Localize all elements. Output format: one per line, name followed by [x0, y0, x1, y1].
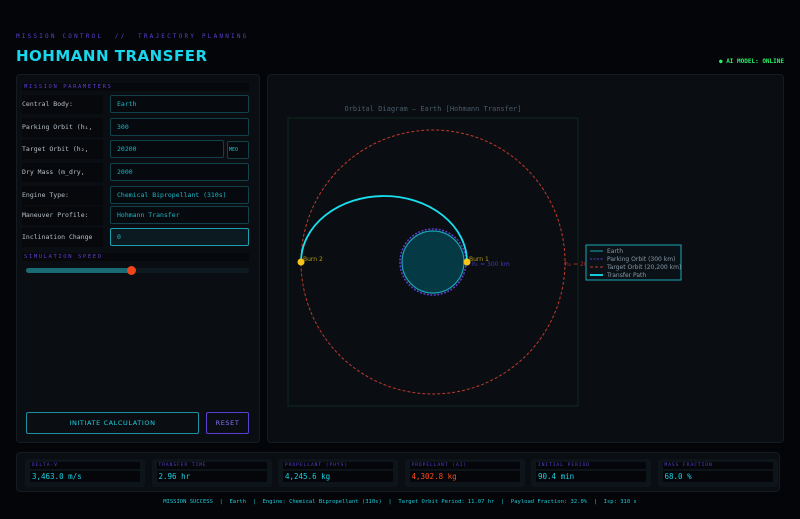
stat-label: PROPELLANT (PHYS) [283, 462, 393, 469]
slider-handle[interactable] [126, 266, 136, 275]
burn-2-label: Burn 2 [303, 256, 323, 263]
section-title: MISSION PARAMETERS [22, 83, 249, 91]
status-footer: MISSION SUCCESS | Earth | Engine: Chemic… [163, 499, 637, 505]
h1-label: h₁ = 300 km [472, 261, 510, 268]
field-input[interactable]: Earth [110, 95, 249, 113]
field-input[interactable]: Hohmann Transfer [110, 206, 249, 224]
stat-card: MASS FRACTION 68.0 % [657, 459, 778, 487]
stat-label: INITIAL PERIOD [536, 462, 646, 469]
stat-card: INITIAL PERIOD 90.4 min [531, 459, 651, 487]
field-input[interactable]: 20200 [110, 140, 224, 158]
stat-label: PROPELLANT (AI) [409, 462, 520, 469]
stat-value: 3,463.0 m/s [30, 471, 140, 482]
initiate-calculation-button[interactable]: INITIATE CALCULATION [26, 412, 199, 434]
stat-value: 4,245.6 kg [283, 471, 393, 482]
orbit-class-badge: MEO [227, 141, 249, 159]
h2-label: h₂ = 20 [565, 261, 588, 268]
field-input[interactable]: Chemical Bipropellant (310s) [110, 186, 249, 204]
stat-value: 2.96 hr [156, 471, 267, 482]
field-label: Central Body: [22, 95, 103, 114]
legend-entry: Parking Orbit (300 km) [607, 256, 675, 263]
field-label: Maneuver Profile: [22, 206, 103, 225]
orbital-diagram: Orbital Diagram — Earth [Hohmann Transfe… [287, 105, 682, 407]
stat-card: DELTA-V 3,463.0 m/s [25, 459, 145, 487]
legend-entry: Earth [607, 248, 623, 255]
stat-label: DELTA-V [30, 462, 140, 469]
field-label: Target Orbit (h₂, km): [22, 140, 103, 172]
stat-label: MASS FRACTION [662, 462, 773, 469]
field-label: Parking Orbit (h₁, km): [22, 118, 103, 150]
stat-value: 68.0 % [662, 471, 773, 482]
stat-label: TRANSFER TIME [156, 462, 267, 469]
stat-card: TRANSFER TIME 2.96 hr [151, 459, 272, 487]
legend-entry: Target Orbit (20,200 km) [606, 264, 681, 271]
stat-value: 4,302.8 kg [409, 471, 520, 482]
page-title: HOHMANN TRANSFER [16, 47, 208, 65]
reset-button[interactable]: RESET [206, 412, 249, 434]
breadcrumb: MISSION CONTROL // TRAJECTORY PLANNING [16, 33, 249, 40]
legend-entry: Transfer Path [606, 272, 646, 279]
earth [401, 230, 465, 294]
field-label: Dry Mass (m_dry, kg): [22, 163, 103, 195]
speed-title: SIMULATION SPEED [22, 253, 249, 261]
legend: EarthParking Orbit (300 km)Target Orbit … [585, 244, 682, 281]
field-input[interactable]: 0 [110, 228, 249, 246]
stat-value: 90.4 min [536, 471, 646, 482]
speed-slider[interactable] [26, 266, 249, 275]
field-input[interactable]: 300 [110, 118, 249, 136]
field-label: Inclination Change (°): [22, 228, 103, 260]
stat-card: PROPELLANT (AI) 4,302.8 kg [404, 459, 525, 487]
ai-status-badge: ● AI MODEL: ONLINE [718, 58, 784, 65]
diagram-title: Orbital Diagram — Earth [Hohmann Transfe… [344, 105, 521, 113]
field-input[interactable]: 2000 [110, 163, 249, 181]
stat-card: PROPELLANT (PHYS) 4,245.6 kg [278, 459, 398, 487]
field-label: Engine Type: [22, 186, 103, 205]
